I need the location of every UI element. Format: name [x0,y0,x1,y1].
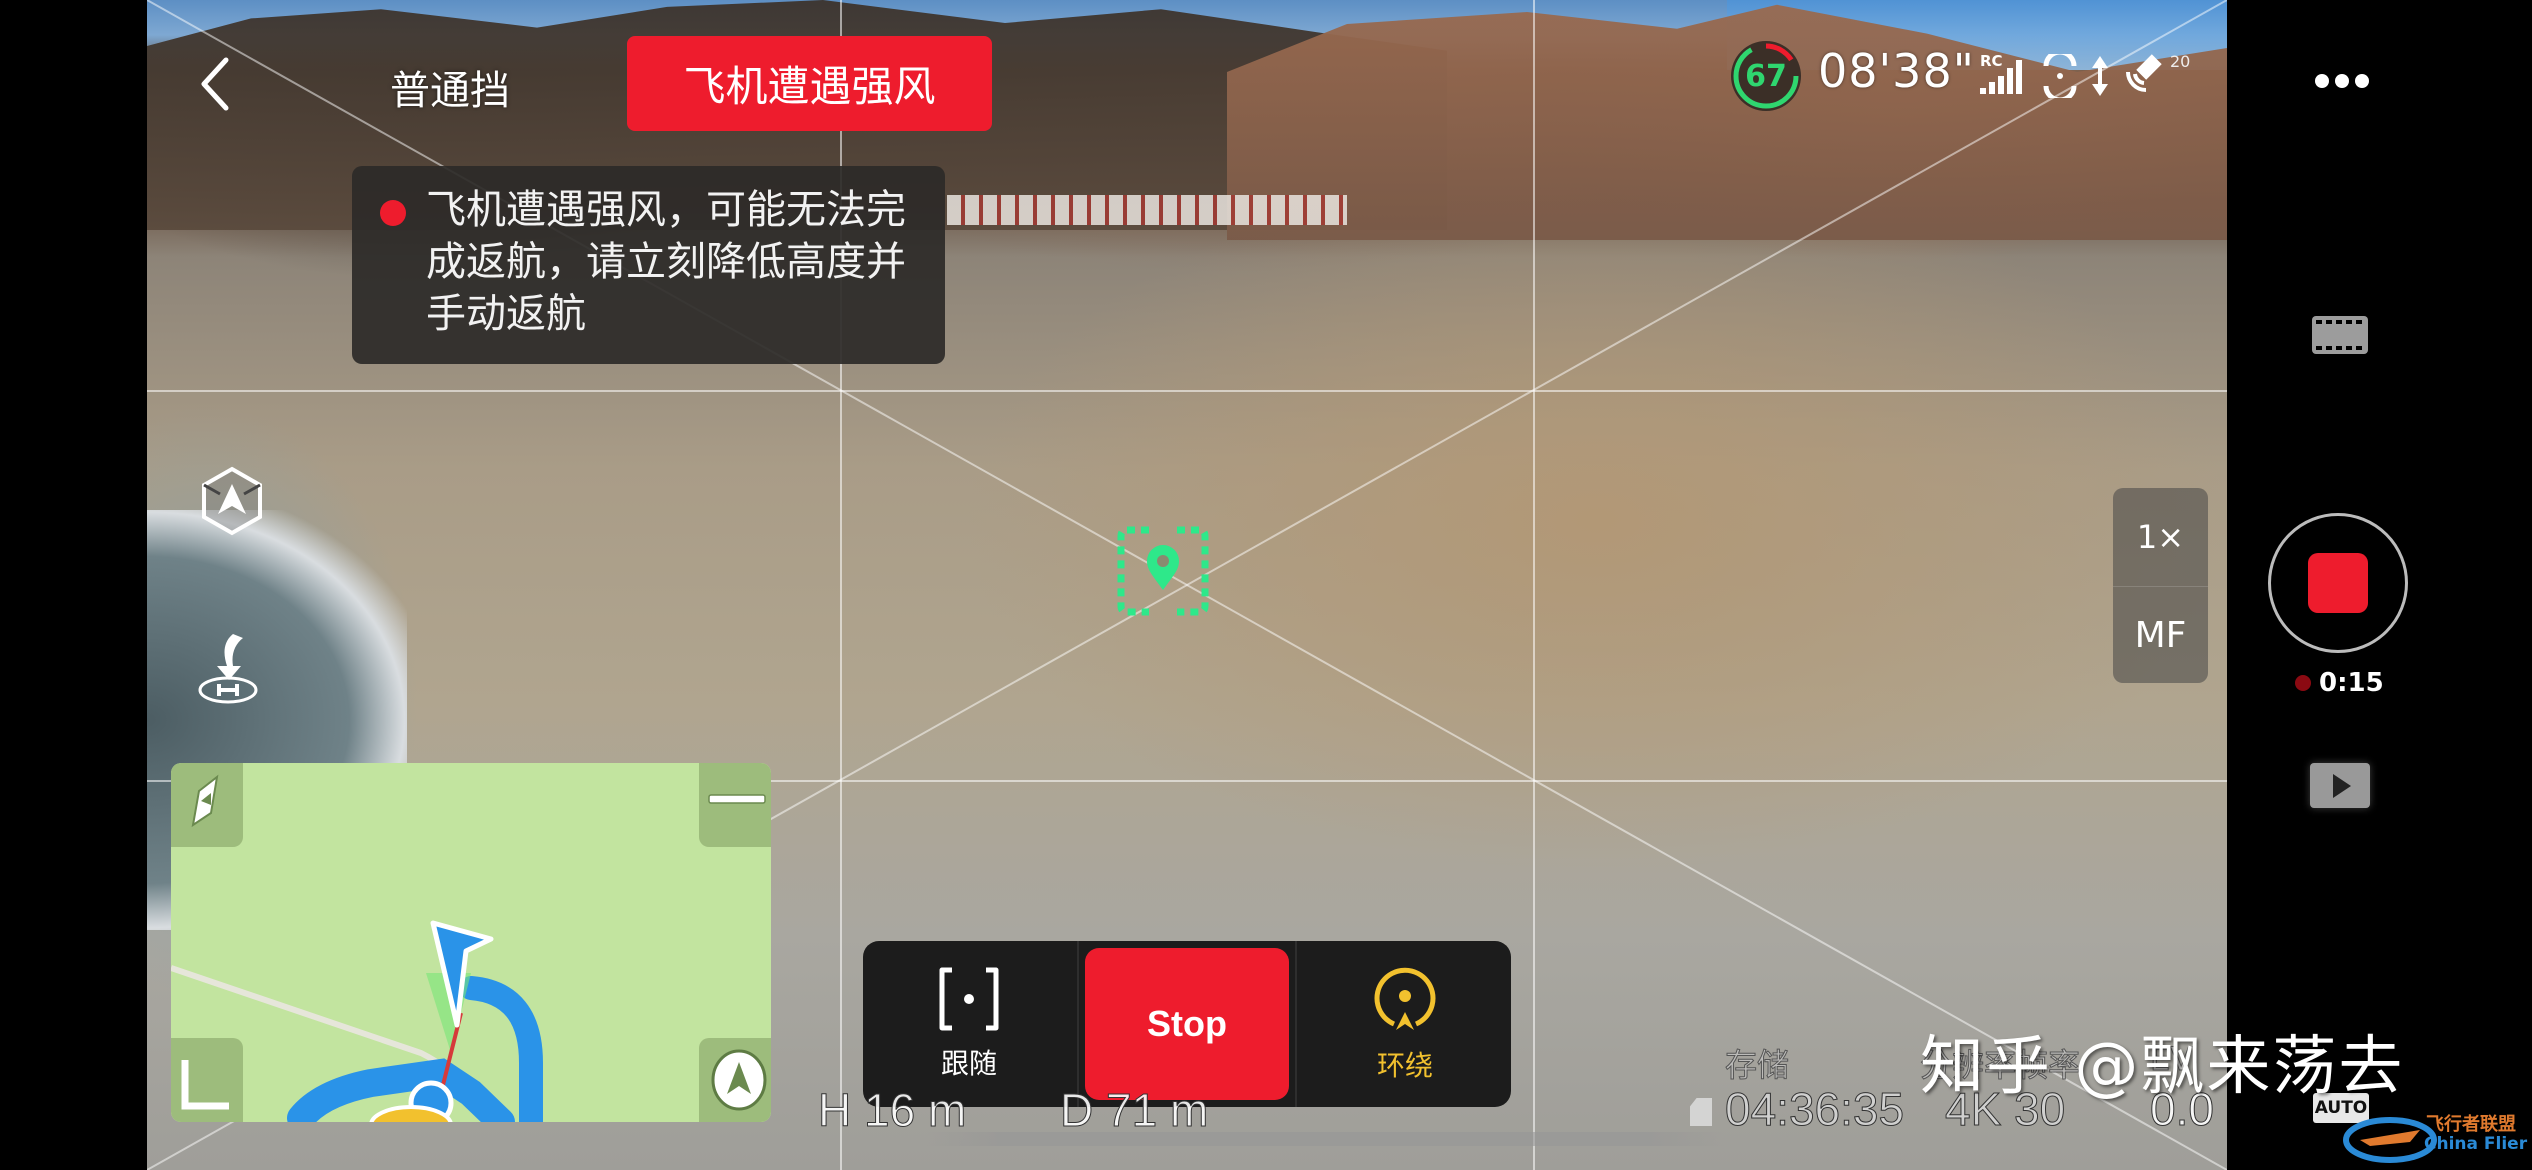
map-minimize-button[interactable] [699,763,771,847]
storage-label: 存储 [1724,1046,1790,1085]
playback-button[interactable] [2310,763,2370,808]
smart-track-icon[interactable] [200,466,264,536]
stop-button[interactable]: Stop [1085,948,1289,1100]
lens-control-panel: 1× MF [2113,488,2208,683]
telemetry-bar [925,1132,1725,1146]
more-button[interactable] [2315,68,2371,96]
return-to-home-icon[interactable] [195,632,261,704]
orbit-icon [1374,967,1436,1030]
focus-mode-button[interactable]: MF [2113,586,2208,684]
logo-text-en: China Flier [2424,1134,2528,1154]
gps-satellite-icon [2126,54,2162,92]
storage-remaining: 04:36:35 [1724,1083,1905,1136]
film-holes-top [2316,320,2364,324]
play-icon [2333,773,2351,798]
mode-divider [1295,941,1297,1107]
warning-message-text: 飞机遭遇强风，可能无法完成返航，请立刻降低高度并手动返航 [426,187,906,337]
map-expand-icon [181,1060,229,1110]
orbit-mode-button[interactable]: 环绕 [1299,941,1511,1107]
map-north-lock-icon [711,1049,767,1111]
warning-dot-icon [380,200,406,226]
back-button[interactable] [196,54,236,114]
map-expand-button[interactable] [171,1038,243,1122]
stop-recording-icon [2308,553,2368,613]
height-readout: H 16 m [817,1084,967,1137]
follow-icon [939,967,999,1031]
map-compass-icon [191,774,219,828]
follow-label: 跟随 [940,1047,997,1080]
map-content [171,920,543,1122]
map-compass-button[interactable] [171,763,243,847]
battery-percent: 67 [1745,58,1787,94]
satellite-count: 20 [2170,52,2191,71]
film-holes-bottom [2316,346,2364,350]
mini-map[interactable] [171,763,771,1122]
zoom-button[interactable]: 1× [2113,488,2208,585]
more-dot-icon [2355,74,2369,88]
transmission-link-icon [2043,54,2108,98]
rc-label: RC [1980,52,2003,70]
recording-timer: 0:15 [2295,668,2384,698]
flight-time-remaining: 08'38" [1818,44,1975,98]
orbit-label: 环绕 [1376,1049,1433,1082]
logo-text-cn: 飞行者联盟 [2426,1114,2516,1135]
map-minimize-icon [708,794,766,804]
left-black-margin [0,0,147,1170]
sd-card-icon [1690,1098,1712,1126]
distance-readout: D 71 m [1059,1084,1209,1137]
recording-time: 0:15 [2319,668,2384,698]
flight-mode-label[interactable]: 普通挡 [390,58,510,116]
target-lock-marker[interactable] [1115,524,1211,618]
more-dot-icon [2335,74,2349,88]
strong-wind-warning-banner[interactable]: 飞机遭遇强风 [627,36,992,131]
record-stop-button[interactable] [2268,513,2408,653]
more-dot-icon [2315,74,2329,88]
recording-dot-icon [2295,675,2311,691]
video-mode-icon[interactable] [2312,316,2368,354]
map-north-lock-button[interactable] [699,1038,771,1122]
zhihu-watermark: 知乎 @飘来荡去 [1920,1030,2405,1104]
